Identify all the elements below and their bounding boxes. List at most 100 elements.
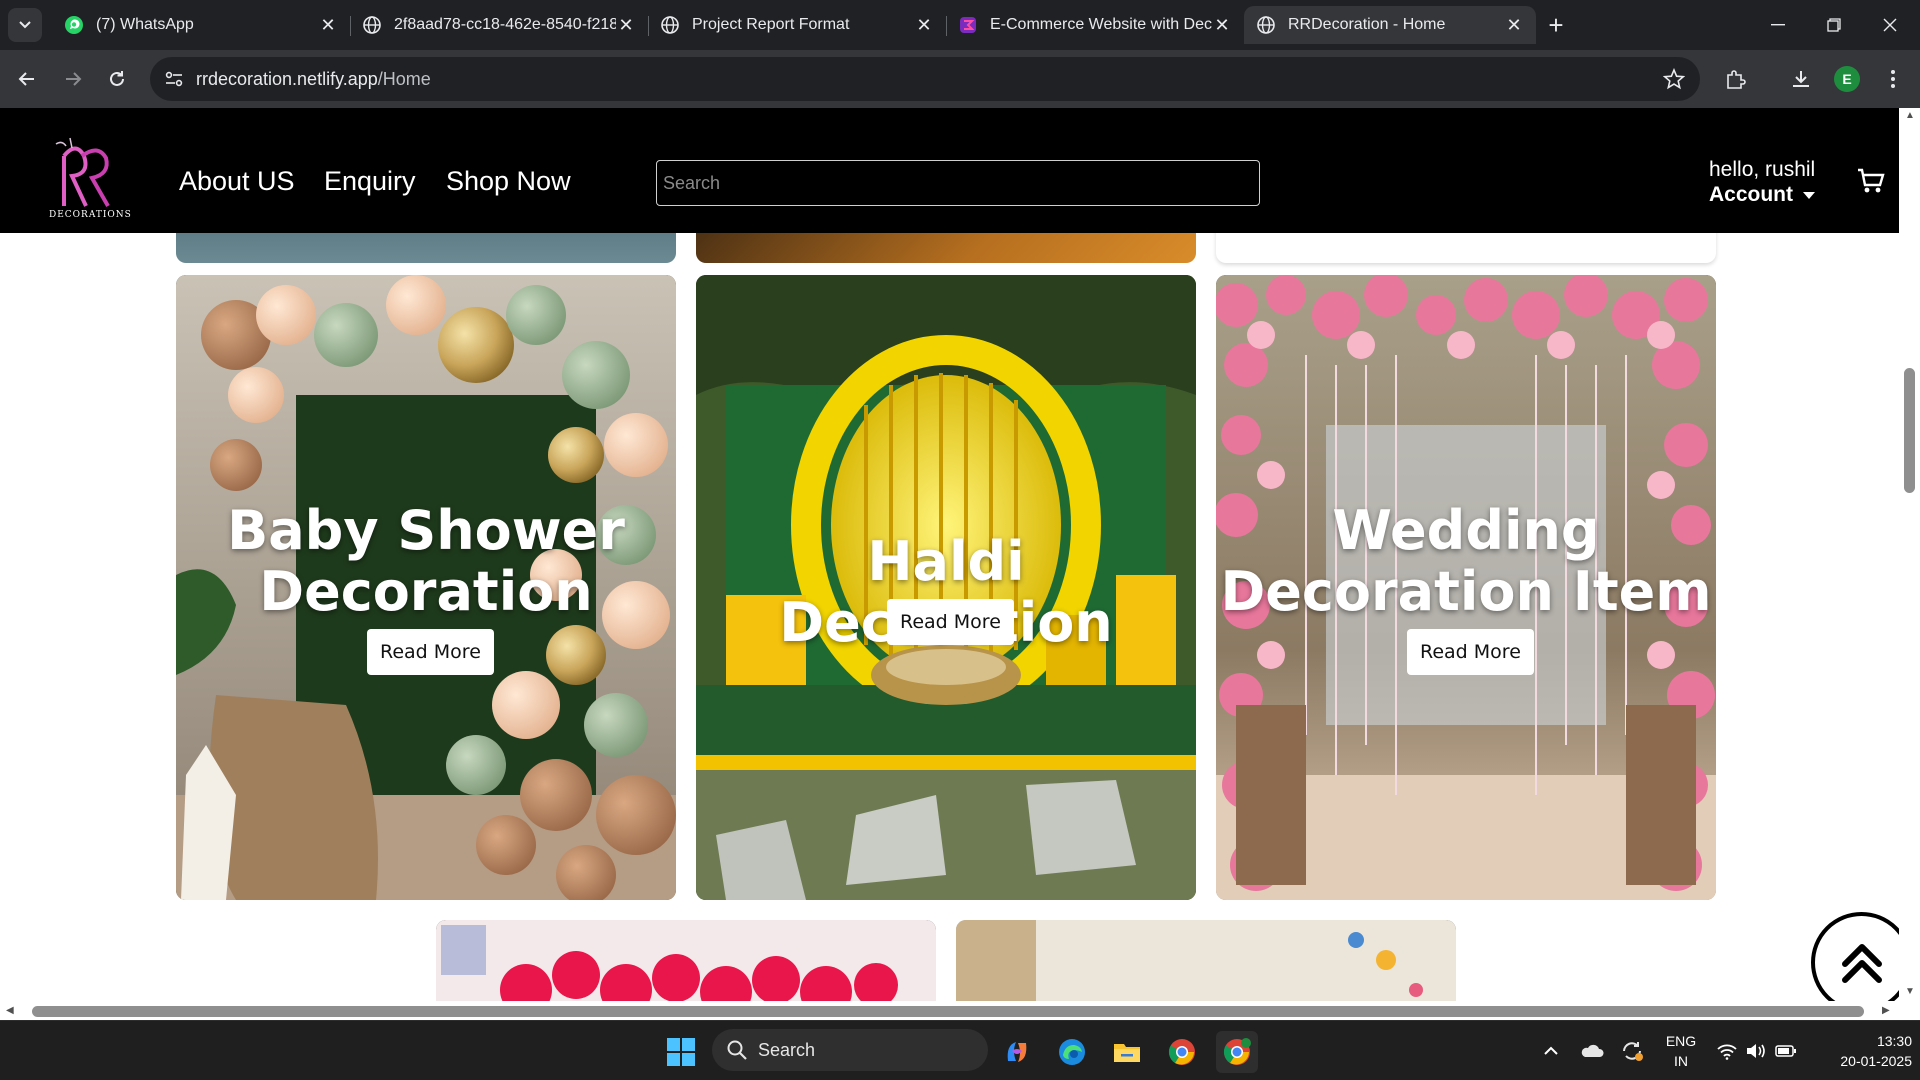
nav-shop-now[interactable]: Shop Now bbox=[446, 166, 571, 197]
clock-date: 20-01-2025 bbox=[1840, 1053, 1912, 1069]
sync-icon[interactable] bbox=[1620, 1021, 1644, 1080]
horizontal-scrollbar-thumb[interactable] bbox=[32, 1006, 1864, 1017]
onedrive-icon[interactable] bbox=[1580, 1021, 1604, 1080]
taskbar-search-box[interactable]: Search bbox=[712, 1029, 988, 1071]
logo-text: DECORATIONS bbox=[49, 210, 132, 220]
read-more-button[interactable]: Read More bbox=[1407, 629, 1534, 675]
battery-icon[interactable] bbox=[1775, 1021, 1797, 1080]
card-title-line-1: Wedding bbox=[1332, 499, 1600, 562]
extensions-icon[interactable] bbox=[1718, 62, 1752, 96]
scroll-to-top-button[interactable] bbox=[1811, 912, 1899, 1001]
bookmark-star-icon[interactable] bbox=[1660, 65, 1688, 93]
url-host: rrdecoration.netlify.app bbox=[196, 68, 378, 89]
globe-icon bbox=[362, 15, 382, 35]
tab-uuid-page[interactable]: 2f8aad78-cc18-462e-8540-f218 ✕ bbox=[350, 6, 648, 44]
scroll-down-arrow-icon[interactable]: ▼ bbox=[1905, 986, 1915, 997]
account-dropdown[interactable]: Account bbox=[1709, 183, 1815, 207]
tab-list: (7) WhatsApp ✕ 2f8aad78-cc18-462e-8540-f… bbox=[52, 6, 1536, 44]
volume-icon[interactable] bbox=[1745, 1021, 1767, 1080]
card-baby-shower[interactable]: Baby Shower Decoration Read More bbox=[176, 275, 676, 900]
site-search-input[interactable] bbox=[656, 160, 1260, 206]
back-arrow-icon[interactable] bbox=[10, 62, 44, 96]
close-icon[interactable]: ✕ bbox=[616, 15, 636, 35]
restore-icon[interactable] bbox=[1806, 0, 1862, 50]
tab-search-button[interactable] bbox=[8, 8, 42, 42]
greeting-text: hello, rushil bbox=[1709, 158, 1816, 181]
read-more-button[interactable]: Read More bbox=[887, 599, 1014, 645]
red-balloons-photo bbox=[436, 920, 936, 1001]
nav-enquiry[interactable]: Enquiry bbox=[324, 166, 416, 197]
new-tab-plus-icon[interactable]: + bbox=[1541, 10, 1571, 40]
tab-ecommerce[interactable]: E-Commerce Website with Deco ✕ bbox=[946, 6, 1244, 44]
globe-icon bbox=[660, 15, 680, 35]
card-title-line-2: Decoration bbox=[259, 560, 593, 623]
window-close-icon[interactable] bbox=[1862, 0, 1918, 50]
close-icon[interactable]: ✕ bbox=[1212, 15, 1232, 35]
tab-title: 2f8aad78-cc18-462e-8540-f218 bbox=[394, 16, 616, 33]
whatsapp-icon bbox=[64, 15, 84, 35]
download-icon[interactable] bbox=[1784, 62, 1818, 96]
windows-taskbar: Search ENG IN 13:30 20-01-2025 bbox=[0, 1020, 1920, 1080]
url-text: rrdecoration.netlify.app/Home bbox=[196, 69, 431, 90]
search-icon bbox=[727, 1040, 747, 1060]
card-haldi[interactable]: Haldi Decoration Read More bbox=[696, 275, 1196, 900]
tab-title: Project Report Format bbox=[692, 16, 850, 33]
tab-rrdecoration-home[interactable]: RRDecoration - Home ✕ bbox=[1244, 6, 1536, 44]
tab-whatsapp[interactable]: (7) WhatsApp ✕ bbox=[52, 6, 350, 44]
wifi-icon[interactable] bbox=[1716, 1021, 1738, 1080]
browser-tab-strip: (7) WhatsApp ✕ 2f8aad78-cc18-462e-8540-f… bbox=[0, 0, 1920, 50]
app-icon bbox=[958, 15, 978, 35]
taskbar-search-label: Search bbox=[758, 1039, 816, 1060]
vertical-scrollbar-thumb[interactable] bbox=[1904, 368, 1915, 493]
site-info-icon[interactable] bbox=[158, 63, 190, 95]
forward-arrow-icon[interactable] bbox=[56, 62, 90, 96]
more-menu-icon[interactable] bbox=[1876, 62, 1910, 96]
language-indicator[interactable]: ENG IN bbox=[1664, 1031, 1698, 1071]
show-hidden-icons-icon[interactable] bbox=[1542, 1021, 1560, 1080]
double-chevron-up-icon bbox=[1841, 943, 1882, 983]
close-icon[interactable]: ✕ bbox=[1504, 15, 1524, 35]
close-icon[interactable]: ✕ bbox=[914, 15, 934, 35]
globe-icon bbox=[1256, 15, 1276, 35]
chrome-profile-active-icon[interactable] bbox=[1216, 1031, 1258, 1073]
site-header: DECORATIONS About US Enquiry Shop Now he… bbox=[0, 108, 1899, 233]
language-line-1: ENG bbox=[1665, 1033, 1697, 1049]
read-more-button[interactable]: Read More bbox=[367, 629, 494, 675]
reload-icon[interactable] bbox=[100, 62, 134, 96]
card-title-line-2: Decoration Item bbox=[1220, 560, 1712, 623]
address-bar[interactable]: rrdecoration.netlify.app/Home bbox=[150, 57, 1700, 101]
tab-title: RRDecoration - Home bbox=[1288, 16, 1446, 33]
cart-icon[interactable] bbox=[1856, 166, 1886, 196]
close-icon[interactable]: ✕ bbox=[318, 15, 338, 35]
card-bottom-partial-2[interactable] bbox=[956, 920, 1456, 1001]
vertical-scrollbar[interactable]: ▲ ▼ bbox=[1899, 108, 1920, 1001]
card-wedding[interactable]: Wedding Decoration Item Read More bbox=[1216, 275, 1716, 900]
tab-title: E-Commerce Website with Deco bbox=[990, 16, 1212, 33]
scroll-right-arrow-icon[interactable]: ▶ bbox=[1882, 1005, 1890, 1016]
tab-project-report[interactable]: Project Report Format ✕ bbox=[648, 6, 946, 44]
card-bottom-partial-1[interactable] bbox=[436, 920, 936, 1001]
nav-about-us[interactable]: About US bbox=[179, 166, 295, 197]
chrome-icon[interactable] bbox=[1161, 1031, 1203, 1073]
profile-avatar[interactable]: E bbox=[1834, 66, 1860, 92]
caret-down-icon bbox=[1803, 191, 1815, 199]
url-path: /Home bbox=[377, 68, 431, 89]
scroll-up-arrow-icon[interactable]: ▲ bbox=[1905, 110, 1915, 121]
edge-icon[interactable] bbox=[1051, 1031, 1093, 1073]
file-explorer-icon[interactable] bbox=[1106, 1031, 1148, 1073]
windows-start-icon[interactable] bbox=[660, 1031, 702, 1073]
decor-photo bbox=[956, 920, 1456, 1001]
page-viewport: Baby Shower Decoration Read More Haldi R… bbox=[0, 108, 1899, 1001]
card-title-line-1: Baby Shower bbox=[227, 499, 625, 562]
language-line-2: IN bbox=[1674, 1053, 1688, 1069]
minimize-icon[interactable] bbox=[1750, 0, 1806, 50]
system-clock[interactable]: 13:30 20-01-2025 bbox=[1812, 1031, 1912, 1071]
clock-time: 13:30 bbox=[1876, 1033, 1912, 1049]
account-label: Account bbox=[1709, 183, 1793, 206]
browser-toolbar: rrdecoration.netlify.app/Home E bbox=[0, 50, 1920, 108]
scroll-left-arrow-icon[interactable]: ◀ bbox=[6, 1005, 14, 1016]
chevron-down-icon bbox=[19, 21, 31, 29]
tab-title: (7) WhatsApp bbox=[96, 16, 194, 33]
copilot-icon[interactable] bbox=[996, 1031, 1038, 1073]
horizontal-scrollbar[interactable]: ◀ ▶ bbox=[0, 1001, 1899, 1021]
